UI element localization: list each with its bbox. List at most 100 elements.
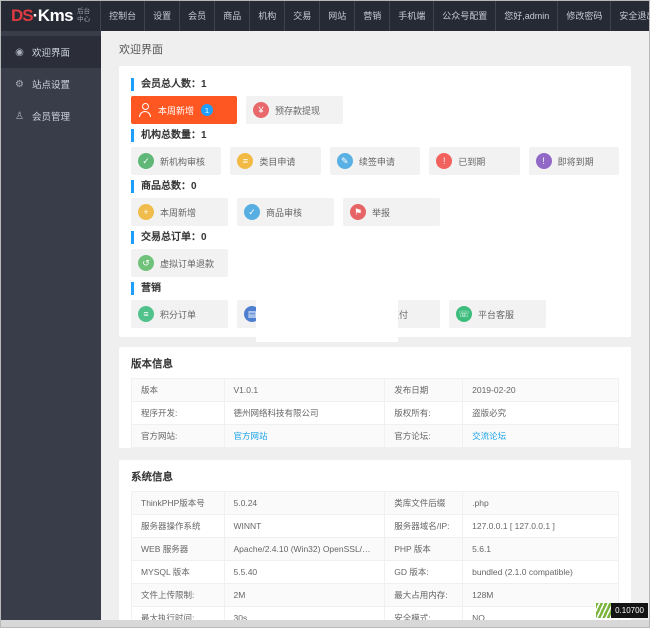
renew-apply-icon: ✎ xyxy=(336,153,353,169)
field-label: 文件上传限制: xyxy=(131,583,225,607)
stat-button-label: 积分订单 xyxy=(160,309,197,320)
stat-button[interactable]: ✓ 商品审核 xyxy=(237,198,334,226)
version-info-title: 版本信息 xyxy=(131,358,173,370)
blank-popup-overlay xyxy=(256,286,398,342)
topbar-menu-item[interactable]: 控制台 xyxy=(100,1,144,31)
logo-subtitle: 后台 中心 xyxy=(77,7,91,23)
field-label: 服务器操作系统 xyxy=(131,514,225,538)
field-value: 5.5.40 xyxy=(223,560,386,584)
eye-icon: ◉ xyxy=(15,46,24,58)
table-row: 文件上传限制: 2M 最大占用内存: 128M xyxy=(131,583,619,607)
table-row: WEB 服务器 Apache/2.4.10 (Win32) OpenSSL/1.0… xyxy=(131,537,619,561)
topbar-menu-item[interactable]: 交易 xyxy=(284,1,319,31)
stat-button[interactable]: ✓ 新机构审核 xyxy=(131,147,222,175)
stat-button[interactable]: ✎ 续签申请 xyxy=(329,147,421,175)
field-value: 30s xyxy=(223,606,386,620)
stat-button[interactable]: ¥ 预存款提现 xyxy=(246,96,343,124)
table-row: 官方网站: 官方网站 官方论坛: 交流论坛 xyxy=(131,424,619,448)
field-label: 类库文件后缀 xyxy=(384,491,464,515)
field-label: 版本 xyxy=(131,378,225,402)
field-label: 安全模式: xyxy=(384,606,464,620)
stat-button-label: 平台客服 xyxy=(478,309,515,320)
field-label: GD 版本: xyxy=(384,560,464,584)
table-row: MYSQL 版本 5.5.40 GD 版本: bundled (2.1.0 compa… xyxy=(131,560,619,584)
topbar-user-menu-item[interactable]: 您好,admin xyxy=(495,1,557,31)
section-title: 机构总数量：1 xyxy=(131,129,619,142)
expiring-icon: ! xyxy=(535,153,552,169)
field-label: 最大执行时间: xyxy=(131,606,225,620)
version-info-table: 版本 V1.0.1 发布日期 2019-02-20 程序开发: 德州网络科技有限公司 版权所… xyxy=(131,378,619,448)
stat-button[interactable]: ☏ 平台客服 xyxy=(449,300,546,328)
stat-button[interactable]: ! 即将到期 xyxy=(528,147,620,175)
user-icon: ♙ xyxy=(15,110,24,122)
table-row: 最大执行时间: 30s 安全模式: NO xyxy=(131,606,619,620)
system-info-panel: 系统信息 ThinkPHP版本号 5.0.24 类库文件后缀 .php 服务器操作系统 W… xyxy=(119,460,631,620)
app-logo[interactable]: DS ·Kms 后台 中心 xyxy=(11,6,90,26)
topbar-menu-item[interactable]: 设置 xyxy=(144,1,179,31)
field-value: 2019-02-20 xyxy=(462,378,619,402)
field-label: MYSQL 版本 xyxy=(131,560,225,584)
stat-button[interactable]: ⚑ 举报 xyxy=(343,198,440,226)
field-link[interactable]: 官方网站 xyxy=(223,424,386,448)
table-row: 版本 V1.0.1 发布日期 2019-02-20 xyxy=(131,378,619,402)
field-label: 官方论坛: xyxy=(384,424,464,448)
field-label: 程序开发: xyxy=(131,401,225,425)
stat-button[interactable]: 本周新增 1 xyxy=(131,96,237,124)
window-bottom-edge xyxy=(1,620,649,627)
field-value: bundled (2.1.0 compatible) xyxy=(462,560,619,584)
field-value: Apache/2.4.10 (Win32) OpenSSL/1.0.1i mod… xyxy=(223,537,386,561)
field-label: ThinkPHP版本号 xyxy=(131,491,225,515)
stat-button-label: 新机构审核 xyxy=(160,156,206,167)
topbar-menu-item[interactable]: 机构 xyxy=(249,1,284,31)
field-label: 服务器域名/IP: xyxy=(384,514,464,538)
system-info-table: ThinkPHP版本号 5.0.24 类库文件后缀 .php 服务器操作系统 WINNT 服… xyxy=(131,491,619,620)
stat-button[interactable]: ↺ 虚拟订单退款 xyxy=(131,249,228,277)
stat-button[interactable]: + 本周新增 xyxy=(131,198,228,226)
field-value: .php xyxy=(462,491,619,515)
stat-button[interactable]: ! 已到期 xyxy=(429,147,520,175)
sidebar-item[interactable]: ⚙ 站点设置 xyxy=(1,68,101,100)
sidebar-item[interactable]: ◉ 欢迎界面 xyxy=(1,36,101,68)
trace-time: 0.10700 xyxy=(611,603,648,618)
topbar-user-menu-item[interactable]: 修改密码 xyxy=(557,1,610,31)
version-info-panel: 版本信息 版本 V1.0.1 发布日期 2019-02-20 程序开发: 德州网络科技有限… xyxy=(119,347,631,448)
stat-button-label: 举报 xyxy=(372,207,391,218)
goods-new-icon: + xyxy=(138,204,154,220)
topbar-menu-item[interactable]: 会员 xyxy=(179,1,214,31)
stat-button-label: 预存款提现 xyxy=(275,105,321,116)
sidebar-item[interactable]: ♙ 会员管理 xyxy=(1,100,101,132)
sidebar-item-label: 会员管理 xyxy=(32,112,71,123)
member-new-icon xyxy=(138,103,152,117)
thinkphp-trace-icon[interactable] xyxy=(596,603,612,618)
field-value: 盗版必究 xyxy=(462,401,619,425)
topbar-menu-item[interactable]: 网站 xyxy=(319,1,354,31)
goods-audit-icon: ✓ xyxy=(244,204,260,220)
stat-button-label: 虚拟订单退款 xyxy=(160,258,215,269)
field-label: 最大占用内存: xyxy=(384,583,464,607)
system-info-title: 系统信息 xyxy=(131,471,173,483)
field-link[interactable]: 交流论坛 xyxy=(462,424,619,448)
trace-badge: 0.10700 xyxy=(596,603,648,618)
topbar-menu-item[interactable]: 营销 xyxy=(354,1,389,31)
stat-button[interactable]: ≡ 类目申请 xyxy=(230,147,321,175)
expired-icon: ! xyxy=(436,153,453,169)
stat-button[interactable]: ≡ 积分订单 xyxy=(131,300,228,328)
field-value: 5.0.24 xyxy=(223,491,386,515)
stat-button-label: 本周新增 xyxy=(158,105,195,116)
topbar-menu-item[interactable]: 商品 xyxy=(214,1,249,31)
topbar-user-menu: 您好,admin修改密码安全退出清理缓存访问首页 xyxy=(495,1,649,31)
field-value: WINNT xyxy=(223,514,386,538)
gear-icon: ⚙ xyxy=(15,78,24,90)
topbar-user-menu-item[interactable]: 安全退出 xyxy=(610,1,649,31)
topbar-menu-item[interactable]: 手机端 xyxy=(389,1,433,31)
sidebar-item-label: 欢迎界面 xyxy=(32,48,71,59)
field-value: 5.6.1 xyxy=(462,537,619,561)
topbar-menu-item[interactable]: 公众号配置 xyxy=(433,1,495,31)
report-icon: ⚑ xyxy=(350,204,366,220)
stat-button-label: 续签申请 xyxy=(358,156,395,167)
service-icon: ☏ xyxy=(456,306,472,322)
stat-button-label: 类目申请 xyxy=(259,156,296,167)
stat-button-row: ↺ 虚拟订单退款 xyxy=(131,249,619,277)
section-title: 交易总订单：0 xyxy=(131,231,619,244)
field-label: PHP 版本 xyxy=(384,537,464,561)
